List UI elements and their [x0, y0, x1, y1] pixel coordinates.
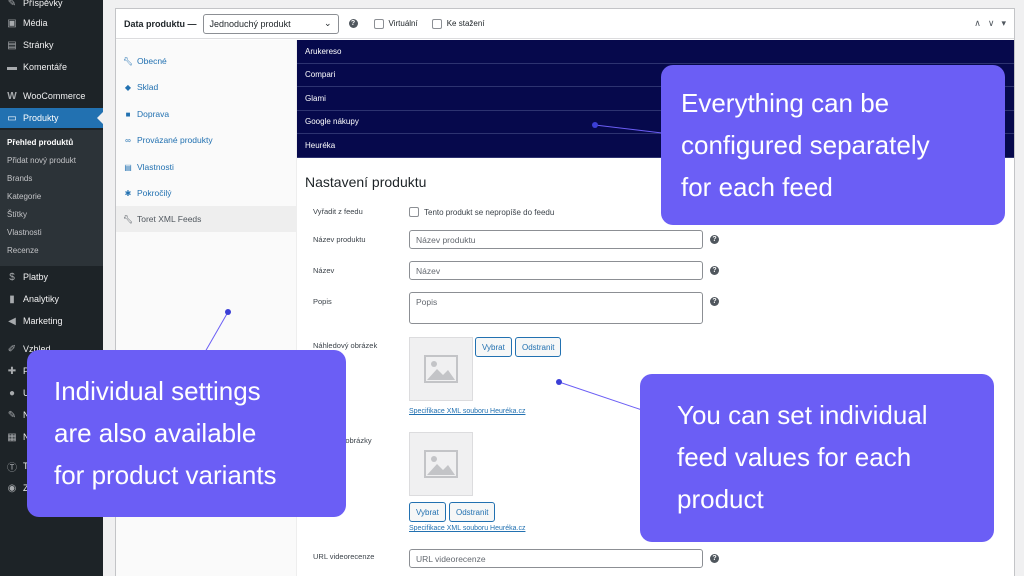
products-icon: ▭ [7, 112, 17, 124]
menu-item-payments[interactable]: $ Platby [0, 267, 103, 287]
help-icon[interactable]: ? [710, 235, 719, 244]
description-label: Popis [313, 297, 332, 306]
pin-icon: ✎ [7, 0, 17, 9]
image-placeholder [409, 337, 473, 401]
product-name-label: Název produktu [313, 235, 366, 244]
product-type-select[interactable]: Jednoduchý produkt ⌄ [202, 13, 339, 34]
submenu-item-all-products[interactable]: Přehled produktů [7, 138, 73, 147]
submenu-item-brands[interactable]: Brands [7, 174, 32, 183]
menu-item-woocommerce[interactable]: W WooCommerce [0, 86, 103, 106]
image-icon [424, 355, 458, 383]
submenu-item-add-new[interactable]: Přidat nový produkt [7, 156, 76, 165]
marketing-icon: ◀ [8, 315, 16, 327]
name-input[interactable]: Název [409, 261, 703, 280]
panel-controls: ∧ ∨ ▾ [974, 18, 1006, 29]
tab-attributes[interactable]: ▤ Vlastnosti [116, 154, 296, 180]
tab-linked-products[interactable]: ∞ Provázané produkty [116, 127, 296, 153]
image-placeholder [409, 432, 473, 496]
select-image-button[interactable]: Vybrat [475, 337, 512, 357]
link-icon: ∞ [125, 135, 131, 145]
gear-icon: ✱ [124, 188, 132, 198]
chevron-up-icon[interactable]: ∧ [974, 18, 981, 29]
settings-icon: ▦ [7, 431, 17, 443]
woo-icon: W [7, 90, 17, 102]
description-textarea[interactable]: Popis [409, 292, 703, 324]
menu-item-comments[interactable]: ▬ Komentáře [0, 57, 103, 77]
chevron-down-icon: ⌄ [323, 18, 332, 28]
name-label: Název [313, 266, 335, 275]
tab-toret-xml-feeds[interactable]: 🔧︎ Toret XML Feeds [116, 206, 296, 232]
virtual-checkbox[interactable]: Virtuální [373, 18, 418, 29]
product-name-input[interactable]: Název produktu [409, 230, 703, 249]
tab-inventory[interactable]: ◆ Sklad [116, 74, 296, 100]
help-icon[interactable]: ? [710, 554, 719, 563]
menu-item-analytics[interactable]: ▮ Analytiky [0, 289, 103, 309]
submenu-item-categories[interactable]: Kategorie [7, 192, 41, 201]
downloadable-checkbox[interactable]: Ke stažení [431, 18, 485, 29]
menu-item-posts[interactable]: ✎ Příspěvky [0, 0, 103, 13]
submenu-item-attributes[interactable]: Vlastnosti [7, 228, 42, 237]
appearance-icon: ✐ [7, 343, 17, 355]
product-data-label: Data produktu — [124, 18, 197, 29]
callout-product-values: You can set individual feed values for e… [640, 374, 994, 542]
toret-icon: Ⓣ [7, 462, 17, 474]
submenu-item-reviews[interactable]: Recenze [7, 246, 39, 255]
tab-advanced[interactable]: ✱ Pokročilý [116, 180, 296, 206]
callout-dot [225, 309, 231, 315]
remove-image-button[interactable]: Odstranit [515, 337, 562, 357]
spec-link[interactable]: Specifikace XML souboru Heuréka.cz [409, 525, 525, 532]
checkbox-icon [373, 18, 384, 29]
remove-image-button[interactable]: Odstranit [449, 502, 496, 522]
products-submenu: Přehled produktů Přidat nový produkt Bra… [0, 130, 103, 266]
collapse-icon: ◉ [7, 482, 17, 494]
callout-dot [556, 379, 562, 385]
comments-icon: ▬ [7, 61, 17, 73]
tools-icon: ✎ [7, 409, 17, 421]
payments-icon: $ [9, 271, 15, 283]
settings-title: Nastavení produktu [305, 174, 427, 190]
media-icon: ▣ [7, 17, 17, 29]
truck-icon: ■ [125, 109, 131, 119]
wrench-icon: 🔧︎ [122, 56, 134, 66]
checkbox-icon [431, 18, 442, 29]
wrench-icon: 🔧︎ [122, 214, 134, 224]
panel-header: Data produktu — Jednoduchý produkt ⌄ ? V… [116, 9, 1014, 39]
callout-variants: Individual settings are also available f… [27, 350, 346, 517]
spec-link[interactable]: Specifikace XML souboru Heuréka.cz [409, 408, 525, 415]
help-icon[interactable]: ? [348, 19, 358, 28]
users-icon: ● [8, 387, 16, 399]
menu-item-marketing[interactable]: ◀ Marketing [0, 311, 103, 331]
video-review-label: URL videorecenze [313, 552, 375, 561]
pages-icon: ▤ [7, 39, 17, 51]
exclude-label: Vyřadit z feedu [313, 207, 363, 216]
checkbox-icon [409, 207, 419, 217]
video-review-input[interactable]: URL videorecenze [409, 549, 703, 568]
list-icon: ▤ [124, 162, 132, 172]
help-icon[interactable]: ? [710, 266, 719, 275]
select-image-button[interactable]: Vybrat [409, 502, 446, 522]
menu-item-pages[interactable]: ▤ Stránky [0, 35, 103, 55]
tab-shipping[interactable]: ■ Doprava [116, 101, 296, 127]
chevron-down-icon[interactable]: ∨ [988, 18, 995, 29]
exclude-checkbox[interactable]: Tento produkt se nepropíše do feedu [409, 207, 554, 217]
tag-icon: ◆ [124, 82, 132, 92]
plugins-icon: ✚ [7, 365, 17, 377]
image-icon [424, 450, 458, 478]
help-icon[interactable]: ? [710, 297, 719, 306]
menu-item-products[interactable]: ▭ Produkty [0, 108, 103, 128]
callout-feeds: Everything can be configured separately … [661, 65, 1005, 225]
tab-general[interactable]: 🔧︎ Obecné [116, 48, 296, 74]
preview-image-label: Náhledový obrázek [313, 341, 378, 350]
submenu-item-tags[interactable]: Štítky [7, 210, 27, 219]
analytics-icon: ▮ [9, 293, 15, 305]
menu-item-media[interactable]: ▣ Média [0, 13, 103, 33]
feed-item-arukereso[interactable]: Arukereso [297, 40, 1014, 64]
triangle-down-icon[interactable]: ▾ [1001, 18, 1006, 29]
callout-dot [592, 122, 598, 128]
